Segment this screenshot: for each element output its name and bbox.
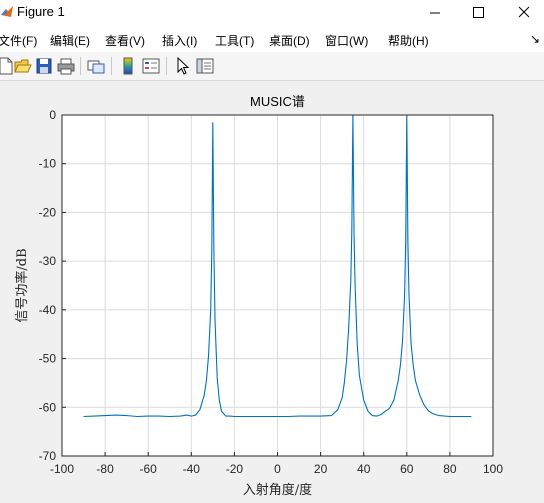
menu-overflow-arrow-icon[interactable]: ↘ [530, 32, 540, 46]
y-tick-label: -30 [39, 254, 57, 268]
minimize-icon[interactable] [406, 0, 452, 26]
menu-window[interactable]: 窗口(W) [325, 32, 368, 49]
y-tick-label: -60 [39, 400, 57, 414]
menu-edit[interactable]: 编辑(E) [50, 32, 90, 49]
x-tick-label: 80 [443, 462, 457, 476]
x-tick-label: -40 [183, 462, 201, 476]
toolbar-separator [111, 57, 112, 75]
x-tick-label: -80 [96, 462, 114, 476]
link-plot-icon[interactable] [86, 56, 106, 76]
window-titlebar: Figure 1 [0, 0, 544, 26]
matlab-logo-icon [1, 6, 13, 17]
maximize-icon[interactable] [452, 0, 498, 26]
x-tick-label: 60 [400, 462, 414, 476]
menu-tools[interactable]: 工具(T) [215, 32, 254, 49]
menu-view[interactable]: 查看(V) [105, 32, 145, 49]
save-icon[interactable] [34, 56, 54, 76]
y-axis-label: 信号功率/dB [14, 248, 30, 322]
x-tick-label: 40 [357, 462, 371, 476]
x-tick-label: 0 [274, 462, 281, 476]
y-tick-label: 0 [49, 108, 56, 122]
edit-plot-icon[interactable] [173, 56, 193, 76]
menu-insert[interactable]: 插入(I) [162, 32, 197, 49]
window-title: Figure 1 [17, 4, 65, 19]
x-tick-label: -20 [226, 462, 244, 476]
y-tick-label: -20 [39, 205, 57, 219]
toolbar-separator [80, 57, 81, 75]
menu-help[interactable]: 帮助(H) [388, 32, 429, 49]
x-tick-label: -100 [50, 462, 74, 476]
chart-title: MUSIC谱 [250, 94, 305, 109]
x-tick-label: -60 [140, 462, 158, 476]
print-icon[interactable] [56, 56, 76, 76]
toolbar-separator [166, 57, 167, 75]
property-inspector-icon[interactable] [195, 56, 215, 76]
x-tick-label: 100 [483, 462, 503, 476]
open-file-icon[interactable] [13, 56, 33, 76]
insert-colorbar-icon[interactable] [118, 56, 138, 76]
figure-toolbar [0, 52, 544, 81]
y-tick-label: -50 [39, 352, 57, 366]
y-tick-label: -40 [39, 303, 57, 317]
menu-file[interactable]: 文件(F) [0, 32, 37, 49]
menu-desktop[interactable]: 桌面(D) [269, 32, 310, 49]
figure-canvas: -100 -80 -60 -40 -20 0 20 40 60 80 100 0 -10 -20 -30 -4… [14, 94, 503, 498]
y-tick-label: -10 [39, 157, 57, 171]
y-tick-label: -70 [39, 449, 57, 463]
x-tick-label: 20 [314, 462, 328, 476]
close-icon[interactable] [498, 0, 544, 26]
insert-legend-icon[interactable] [141, 56, 161, 76]
x-axis-label: 入射角度/度 [243, 482, 312, 498]
menu-bar: 文件(F) 编辑(E) 查看(V) 插入(I) 工具(T) 桌面(D) 窗口(W… [0, 26, 544, 52]
